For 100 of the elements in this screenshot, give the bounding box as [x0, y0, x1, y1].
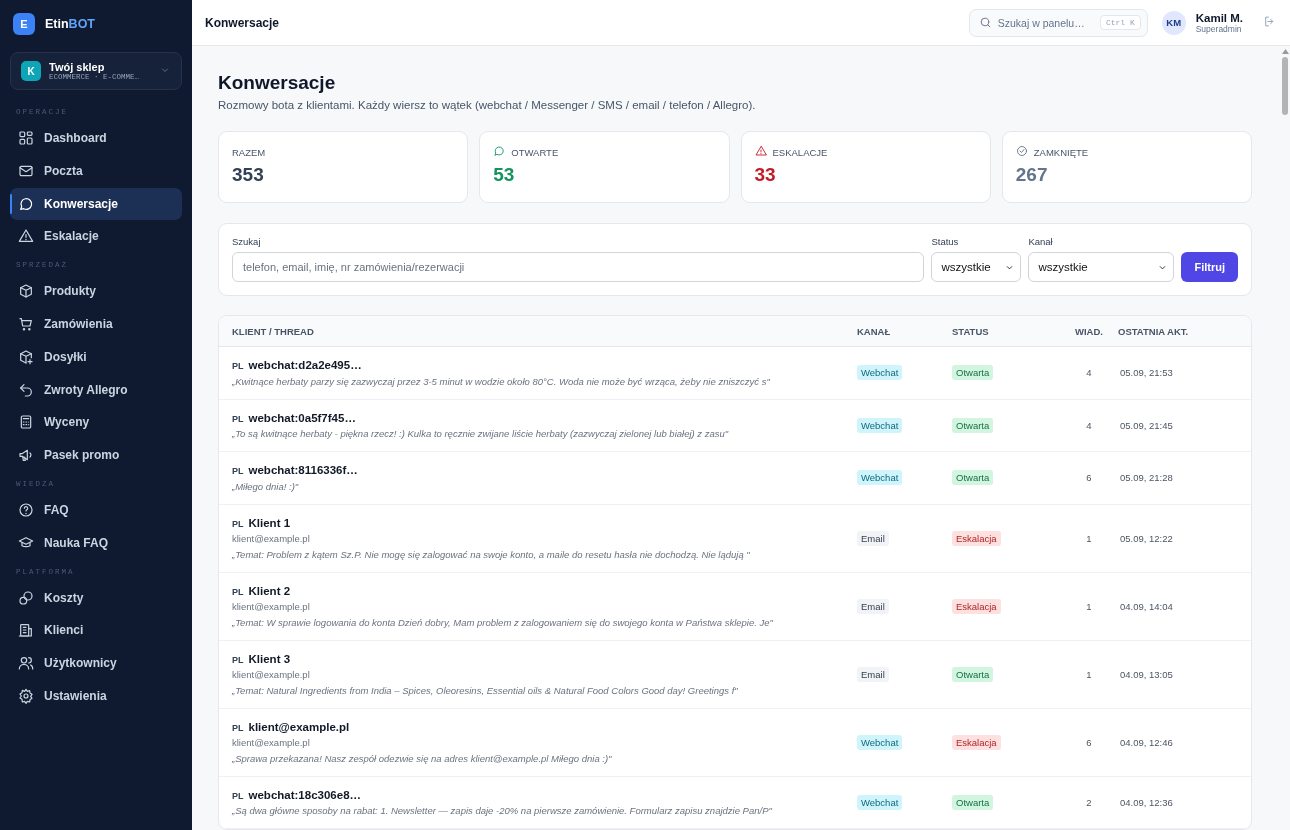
cart-icon — [18, 316, 34, 332]
sidebar-item[interactable]: Poczta — [10, 154, 182, 187]
column-header: KANAŁ — [857, 325, 892, 337]
message-count: 1 — [1085, 600, 1093, 612]
message-preview: „Kwitnące herbaty parzy się zazwyczaj przez 3-5 minut w wodzie około 80°C. Woda nie może być wrząca, żeby nie zniszczyć s" — [232, 375, 771, 387]
filter-button[interactable]: Filtruj — [1181, 252, 1238, 282]
channel-tag: Webchat — [857, 417, 903, 433]
sidebar-item[interactable]: Wyceny — [10, 406, 182, 439]
sidebar-item[interactable]: Konwersacje — [10, 187, 182, 220]
thread-title[interactable]: Klient 2 — [248, 584, 291, 597]
sidebar-item[interactable]: FAQ — [10, 493, 182, 526]
last-activity: 04.09, 12:46 — [1119, 736, 1174, 748]
megaphone-icon — [18, 447, 34, 464]
channel-select[interactable]: wszystkie — [1028, 252, 1175, 282]
thread-title[interactable]: webchat:d2a2e495… — [248, 359, 362, 371]
search-icon — [978, 16, 992, 29]
sidebar-item[interactable]: Zamówienia — [10, 308, 182, 340]
last-activity: 04.09, 14:04 — [1119, 600, 1174, 612]
status-tag: Otwarta — [952, 666, 994, 682]
search-field[interactable]: Szukaj w panelu… Ctrl K — [968, 8, 1148, 37]
language-code: PL — [232, 413, 244, 424]
status-tag: Eskalacja — [952, 734, 1001, 750]
message-preview: „Temat: W sprawie logowania do konta Dzień dobry, Mam problem z zalogowaniem się do swojego konta w Państwa sklepie. Je" — [232, 616, 774, 628]
sidebar-item[interactable]: Dosyłki — [10, 340, 182, 373]
shortcut-hint: Ctrl K — [1099, 15, 1141, 30]
status-tag: Eskalacja — [952, 530, 1001, 546]
column-header: KLIENT / THREAD — [232, 325, 315, 337]
check-circle-icon — [1015, 145, 1028, 157]
search-field[interactable]: telefon, email, imię, nr zamówienia/rezerwacji — [232, 252, 925, 282]
sidebar-item[interactable]: Nauka FAQ — [10, 526, 182, 559]
message-preview: „Są dwa główne sposoby na rabat: 1. Newsletter — zapis daje -20% na pierwsze zamówienie. Formularz zapisu znajdzie Pan/P" — [232, 805, 773, 816]
sidebar-item[interactable]: Pasek promo — [10, 439, 182, 472]
channel-tag: Email — [857, 666, 889, 682]
thread-title[interactable]: klient@example.pl — [248, 720, 350, 733]
coins-icon — [18, 589, 34, 606]
thread-title[interactable]: webchat:18c306e8… — [248, 788, 362, 801]
sidebar-item[interactable]: Klienci — [10, 614, 182, 647]
channel-tag: Webchat — [857, 794, 903, 810]
column-header: OSTATNIA AKT. — [1118, 325, 1190, 337]
message-preview: „To są kwitnące herbaty - piękna rzecz! :) Kulka to ręcznie zwijane liście herbaty (zazwyczaj zielonej lub białej) z zasu" — [232, 428, 730, 439]
last-activity: 04.09, 12:36 — [1119, 796, 1174, 808]
user-avatar[interactable]: KM — [1161, 10, 1186, 35]
logout-icon — [1263, 14, 1276, 28]
field-label: Status — [931, 236, 960, 247]
last-activity: 05.09, 21:28 — [1119, 472, 1174, 484]
sidebar-item[interactable]: Użytkownicy — [10, 647, 182, 680]
thread-title[interactable]: webchat:0a5f7f45… — [248, 411, 356, 424]
client-email: klient@example.pl — [232, 669, 311, 680]
box-icon — [18, 283, 34, 300]
message-count: 4 — [1085, 367, 1093, 379]
language-code: PL — [232, 654, 244, 665]
sidebar-item[interactable]: Dashboard — [10, 122, 182, 154]
brand-name: EtinBOT — [45, 17, 95, 31]
thread-title[interactable]: Klient 1 — [248, 516, 291, 529]
message-count: 6 — [1085, 472, 1093, 484]
message-count: 2 — [1085, 796, 1093, 808]
channel-tag: Webchat — [857, 470, 903, 486]
message-preview: „Miłego dnia! :)" — [232, 480, 300, 492]
last-activity: 05.09, 12:22 — [1119, 532, 1174, 544]
stat-label: ZAMKNIĘTE — [1033, 146, 1089, 158]
channel-tag: Webchat — [857, 734, 903, 750]
message-count: 1 — [1085, 668, 1093, 680]
stat-value: 33 — [754, 164, 777, 186]
message-preview: „Temat: Natural Ingredients from India – Spices, Oleoresins, Essential oils & Natural Food Colors Good day! Greetings f" — [232, 684, 739, 696]
users-icon — [18, 655, 34, 672]
message-preview: „Sprawa przekazana! Nasz zespół odezwie się na adres klient@example.pl Miłego dnia :)" — [232, 752, 613, 764]
last-activity: 05.09, 21:45 — [1119, 419, 1174, 431]
sidebar-item[interactable]: Eskalacje — [10, 220, 182, 253]
scroll-up-arrow-icon[interactable] — [1281, 49, 1289, 54]
language-code: PL — [232, 586, 244, 597]
user-role: Superadmin — [1195, 23, 1243, 34]
topbar-title: Konwersacje — [205, 15, 281, 30]
package-plus-icon — [18, 348, 34, 365]
stat-label: ESKALACJE — [772, 146, 828, 158]
sidebar-item[interactable]: Ustawienia — [10, 679, 182, 712]
last-activity: 04.09, 13:05 — [1119, 668, 1174, 680]
return-arrow-icon — [18, 381, 34, 398]
question-circle-icon — [18, 501, 34, 518]
language-code: PL — [232, 722, 244, 733]
stat-value: 353 — [232, 164, 265, 186]
thread-title[interactable]: webchat:8116336f… — [248, 464, 358, 476]
gear-icon — [18, 687, 34, 704]
store-name: Twój sklep — [49, 61, 105, 73]
client-email: klient@example.pl — [232, 737, 311, 748]
sidebar-item[interactable]: Koszty — [10, 581, 182, 614]
stat-value: 267 — [1015, 164, 1049, 186]
sidebar-item[interactable]: Zwroty Allegro — [10, 373, 182, 406]
language-code: PL — [232, 361, 244, 371]
column-header: WIAD. — [1074, 325, 1104, 337]
field-label: Szukaj — [232, 236, 262, 247]
status-select[interactable]: wszystkie — [931, 252, 1022, 282]
language-code: PL — [232, 466, 244, 476]
building-icon — [18, 622, 34, 639]
thread-title[interactable]: Klient 3 — [248, 652, 291, 665]
sidebar-item[interactable]: Produkty — [10, 275, 182, 308]
store-avatar: K — [21, 61, 41, 81]
column-header: STATUS — [952, 325, 990, 337]
warning-icon — [18, 228, 34, 245]
client-email: klient@example.pl — [232, 533, 311, 544]
channel-tag: Email — [857, 530, 889, 546]
